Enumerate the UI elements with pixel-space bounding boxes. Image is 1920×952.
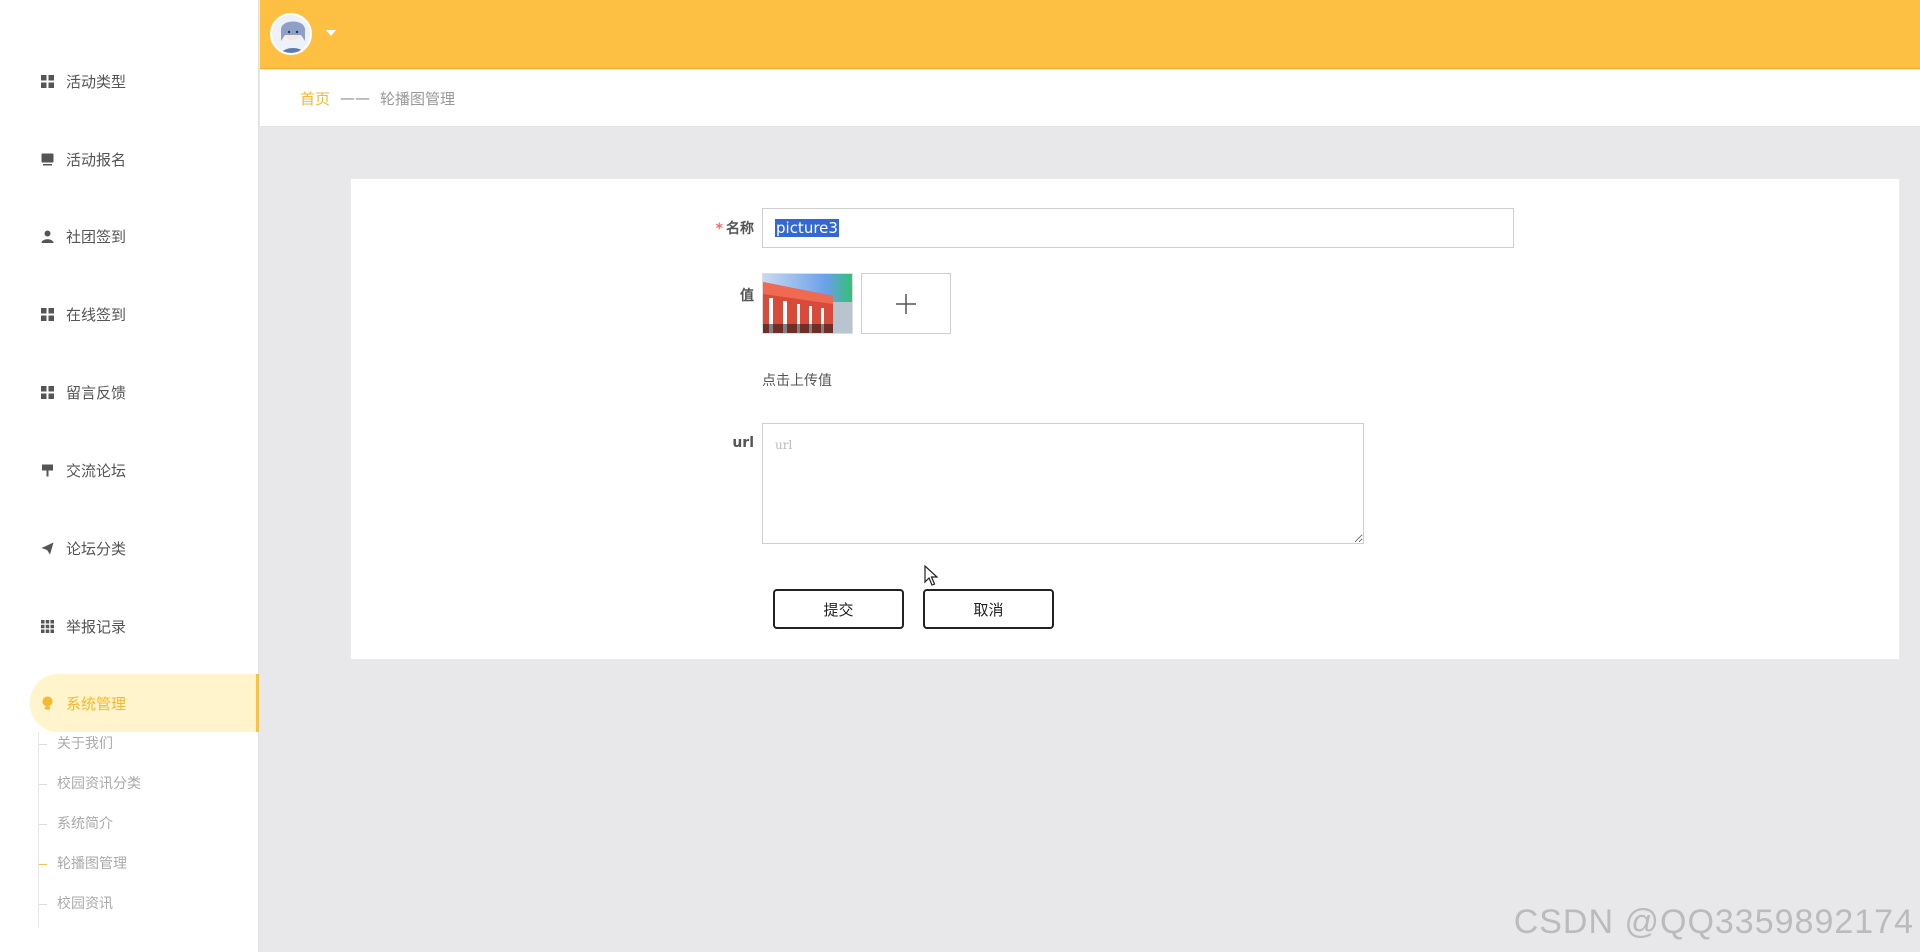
breadcrumb-separator: ——	[340, 89, 371, 107]
submenu-item-campus-news[interactable]: 校园资讯	[39, 892, 113, 916]
sidebar-item-label: 系统管理	[66, 694, 127, 713]
submit-button[interactable]: 提交	[773, 589, 904, 629]
flag-icon	[40, 463, 54, 477]
sidebar-item-label: 活动报名	[66, 150, 127, 169]
breadcrumb: 首页 —— 轮播图管理	[260, 70, 1920, 127]
sidebar-item-label: 交流论坛	[66, 461, 127, 480]
grid-icon	[40, 74, 54, 88]
sidebar-item-system-management[interactable]: 系统管理	[30, 674, 259, 732]
sidebar: 活动类型 活动报名 社团签到 在线签到 留言反馈 交流论坛 论坛分类 举报记录 …	[0, 0, 259, 952]
sidebar-item-club-checkin[interactable]: 社团签到	[0, 208, 259, 264]
user-avatar[interactable]	[270, 13, 312, 55]
sidebar-item-label: 论坛分类	[66, 539, 127, 558]
name-label: * 名称	[715, 221, 754, 237]
sidebar-item-label: 在线签到	[66, 305, 127, 324]
submenu-item-news-category[interactable]: 校园资讯分类	[39, 772, 141, 796]
url-textarea[interactable]	[762, 423, 1364, 544]
url-label: url	[732, 435, 754, 451]
sidebar-item-online-checkin[interactable]: 在线签到	[0, 286, 259, 342]
sidebar-item-feedback[interactable]: 留言反馈	[0, 364, 259, 420]
apps-icon	[40, 619, 54, 633]
mouse-pointer-icon	[924, 565, 938, 586]
plus-icon	[896, 293, 916, 314]
breadcrumb-home-link[interactable]: 首页	[300, 88, 330, 109]
breadcrumb-current: 轮播图管理	[380, 89, 456, 108]
watermark: CSDN @QQ3359892174	[1513, 903, 1914, 941]
submenu-item-carousel-management[interactable]: 轮播图管理	[39, 852, 127, 876]
submenu-item-about-us[interactable]: 关于我们	[39, 732, 113, 756]
paper-plane-icon	[40, 541, 54, 555]
sidebar-item-forum[interactable]: 交流论坛	[0, 442, 259, 498]
value-label: 值	[740, 288, 754, 304]
submenu-item-system-intro[interactable]: 系统简介	[39, 812, 113, 836]
required-mark: *	[715, 221, 723, 237]
sidebar-item-label: 社团签到	[66, 227, 127, 246]
lightbulb-icon	[40, 696, 54, 710]
upload-add-button[interactable]	[861, 273, 951, 334]
sidebar-item-forum-category[interactable]: 论坛分类	[0, 520, 259, 576]
grid-icon	[40, 307, 54, 321]
name-input-value: picture3	[775, 219, 839, 237]
sidebar-item-label: 活动类型	[66, 72, 127, 91]
cancel-button[interactable]: 取消	[923, 589, 1054, 629]
user-icon	[40, 229, 54, 243]
sidebar-item-label: 留言反馈	[66, 383, 127, 402]
top-header	[260, 0, 1920, 69]
sidebar-item-report-records[interactable]: 举报记录	[0, 598, 259, 654]
form-card	[350, 178, 1900, 660]
system-submenu: 关于我们 校园资讯分类 系统简介 轮播图管理 校园资讯	[38, 732, 238, 928]
chevron-down-icon[interactable]	[326, 30, 336, 36]
grid-icon	[40, 385, 54, 399]
name-input[interactable]: picture3	[762, 208, 1514, 248]
upload-hint: 点击上传值	[762, 373, 832, 389]
uploaded-image-thumbnail[interactable]	[762, 273, 853, 334]
sidebar-item-activity-type[interactable]: 活动类型	[0, 53, 259, 109]
sidebar-item-label: 举报记录	[66, 617, 127, 636]
sidebar-item-activity-signup[interactable]: 活动报名	[0, 131, 259, 187]
square-icon	[40, 152, 54, 166]
